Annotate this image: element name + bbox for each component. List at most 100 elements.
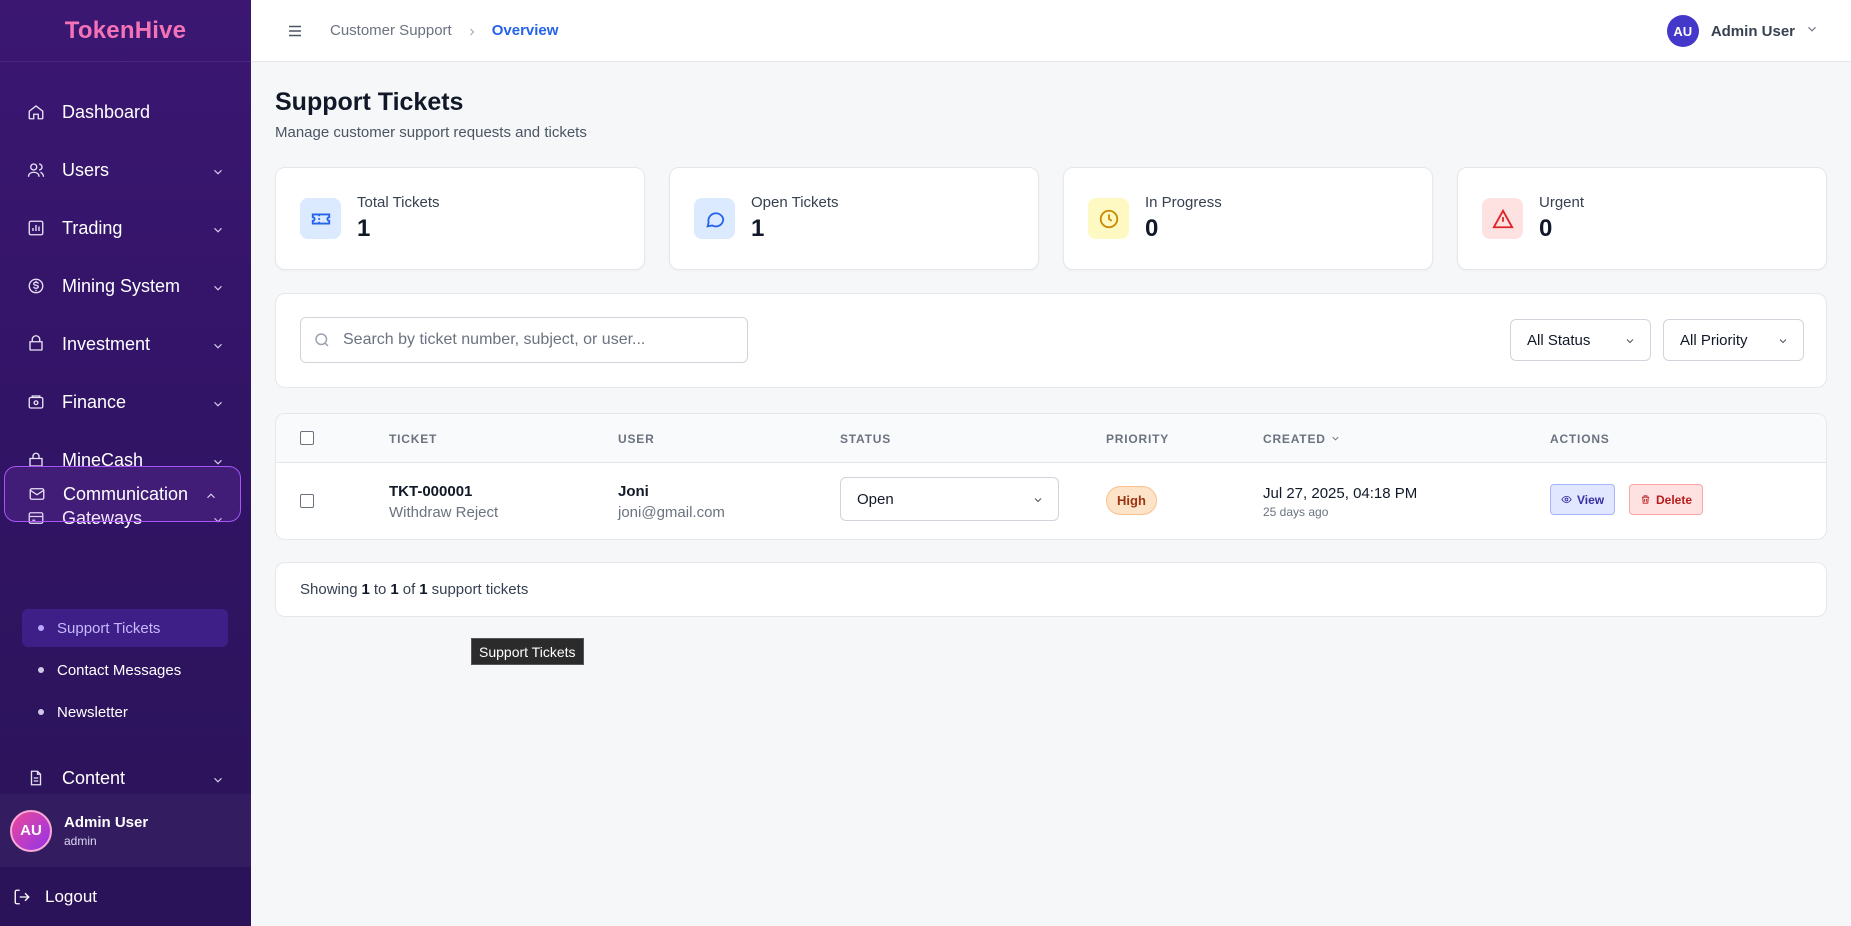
bullet-icon (38, 709, 44, 715)
user-email: joni@gmail.com (618, 504, 725, 521)
pagination-to: 1 (390, 581, 399, 598)
sidebar-user-profile[interactable]: AU Admin User admin (0, 794, 251, 867)
pagination-prefix: Showing (300, 581, 358, 598)
chevron-down-icon (211, 337, 225, 351)
tickets-table: TICKET USER STATUS PRIORITY CREATED ACTI… (275, 413, 1827, 540)
sidebar: TokenHive Dashboard Users Trading Mining… (0, 0, 251, 926)
chat-bubble-icon (694, 198, 735, 239)
ticket-subject: Withdraw Reject (389, 504, 499, 521)
logout-label: Logout (45, 887, 97, 906)
status-value: Open (857, 490, 894, 508)
stat-value: 0 (1539, 215, 1553, 242)
sidebar-item-label: Communication (63, 483, 189, 504)
chevron-right-icon (466, 25, 478, 37)
sidebar-item-label: Content (62, 767, 126, 788)
priority-badge: High (1106, 486, 1157, 515)
brand-logo[interactable]: TokenHive (0, 0, 251, 62)
submenu-item-contact-messages[interactable]: Contact Messages (22, 651, 228, 689)
sidebar-item-communication[interactable]: Communication (4, 466, 241, 522)
view-label: View (1577, 492, 1605, 507)
column-header-actions: ACTIONS (1550, 432, 1610, 446)
menu-toggle-button[interactable] (286, 21, 306, 41)
chevron-down-icon (1624, 334, 1636, 351)
eye-icon (1561, 495, 1572, 504)
pagination-total: 1 (419, 581, 428, 598)
sidebar-item-trading[interactable]: Trading (0, 199, 251, 257)
bullet-icon (38, 625, 44, 631)
created-date: Jul 27, 2025, 04:18 PM (1263, 485, 1418, 502)
stat-card-open-tickets: Open Tickets 1 (669, 167, 1039, 270)
chevron-up-icon (204, 487, 218, 501)
stat-card-urgent: Urgent 0 (1457, 167, 1827, 270)
hamburger-icon (289, 25, 301, 36)
sidebar-item-label: Investment (62, 333, 151, 354)
ticket-icon (300, 198, 341, 239)
column-header-status: STATUS (840, 432, 892, 446)
home-icon (26, 102, 46, 122)
table-header: TICKET USER STATUS PRIORITY CREATED ACTI… (276, 414, 1826, 463)
chart-icon (26, 218, 46, 238)
logout-button[interactable]: Logout (0, 874, 251, 920)
breadcrumb-current: Overview (491, 22, 559, 39)
column-header-created-label: CREATED (1263, 432, 1326, 446)
avatar: AU (1666, 15, 1699, 47)
sidebar-item-label: Mining System (62, 275, 181, 296)
priority-filter-select[interactable]: All Priority (1663, 319, 1804, 361)
submenu-item-newsletter[interactable]: Newsletter (22, 693, 228, 731)
chevron-down-icon (1777, 334, 1789, 351)
chevron-down-icon (211, 771, 225, 785)
submenu-item-label: Contact Messages (57, 661, 182, 679)
filters-panel: All Status All Priority (275, 293, 1827, 388)
sidebar-item-label: Finance (62, 391, 127, 412)
submenu-item-support-tickets[interactable]: Support Tickets (22, 609, 228, 647)
user-name: Joni (618, 483, 649, 500)
sidebar-item-users[interactable]: Users (0, 141, 251, 199)
stat-value: 1 (357, 215, 371, 242)
breadcrumb: Customer Support Overview (330, 22, 558, 39)
ticket-number[interactable]: TKT-000001 (389, 483, 498, 500)
stat-value: 0 (1145, 215, 1159, 242)
chevron-down-icon (211, 279, 225, 293)
delete-button[interactable]: Delete (1629, 484, 1704, 515)
status-filter-select[interactable]: All Status (1510, 319, 1651, 361)
sidebar-item-finance[interactable]: Finance (0, 373, 251, 431)
warning-icon (1482, 198, 1523, 239)
status-select[interactable]: Open (840, 477, 1059, 521)
submenu-item-label: Newsletter (57, 703, 128, 721)
delete-label: Delete (1656, 492, 1693, 507)
sidebar-item-label: Dashboard (62, 101, 151, 122)
created-cell: Jul 27, 2025, 04:18 PM 25 days ago (1263, 485, 1417, 519)
stat-card-in-progress: In Progress 0 (1063, 167, 1433, 270)
table-row: TKT-000001 Withdraw Reject Joni joni@gma… (276, 463, 1826, 539)
chevron-down-icon (1805, 22, 1819, 41)
column-header-created[interactable]: CREATED (1263, 432, 1341, 446)
row-checkbox[interactable] (300, 494, 314, 508)
chevron-down-icon (211, 221, 225, 235)
stat-label: Open Tickets (751, 194, 839, 211)
dollar-circle-icon (26, 276, 46, 296)
pagination-suffix: support tickets (431, 581, 529, 598)
sort-chevron-down-icon (1332, 436, 1339, 441)
column-header-ticket: TICKET (389, 432, 438, 446)
column-header-user: USER (618, 432, 655, 446)
search-box[interactable] (300, 317, 748, 363)
breadcrumb-parent[interactable]: Customer Support (330, 22, 452, 39)
sidebar-item-mining-system[interactable]: Mining System (0, 257, 251, 315)
chevron-down-icon (1032, 493, 1044, 510)
view-button[interactable]: View (1550, 484, 1616, 515)
mail-icon (27, 484, 47, 504)
created-relative: 25 days ago (1263, 505, 1329, 519)
pagination-of-word: of (402, 581, 416, 598)
priority-filter-value: All Priority (1680, 331, 1748, 349)
stat-label: In Progress (1145, 194, 1222, 211)
select-all-checkbox[interactable] (300, 431, 314, 445)
stat-value: 1 (751, 215, 765, 242)
sidebar-item-investment[interactable]: Investment (0, 315, 251, 373)
user-menu[interactable]: AU Admin User (1666, 15, 1819, 47)
stat-label: Total Tickets (357, 194, 440, 211)
document-icon (26, 768, 46, 788)
user-name: Admin User (1710, 22, 1795, 40)
search-input[interactable] (343, 331, 733, 349)
status-filter-value: All Status (1527, 331, 1591, 349)
sidebar-item-dashboard[interactable]: Dashboard (0, 83, 251, 141)
